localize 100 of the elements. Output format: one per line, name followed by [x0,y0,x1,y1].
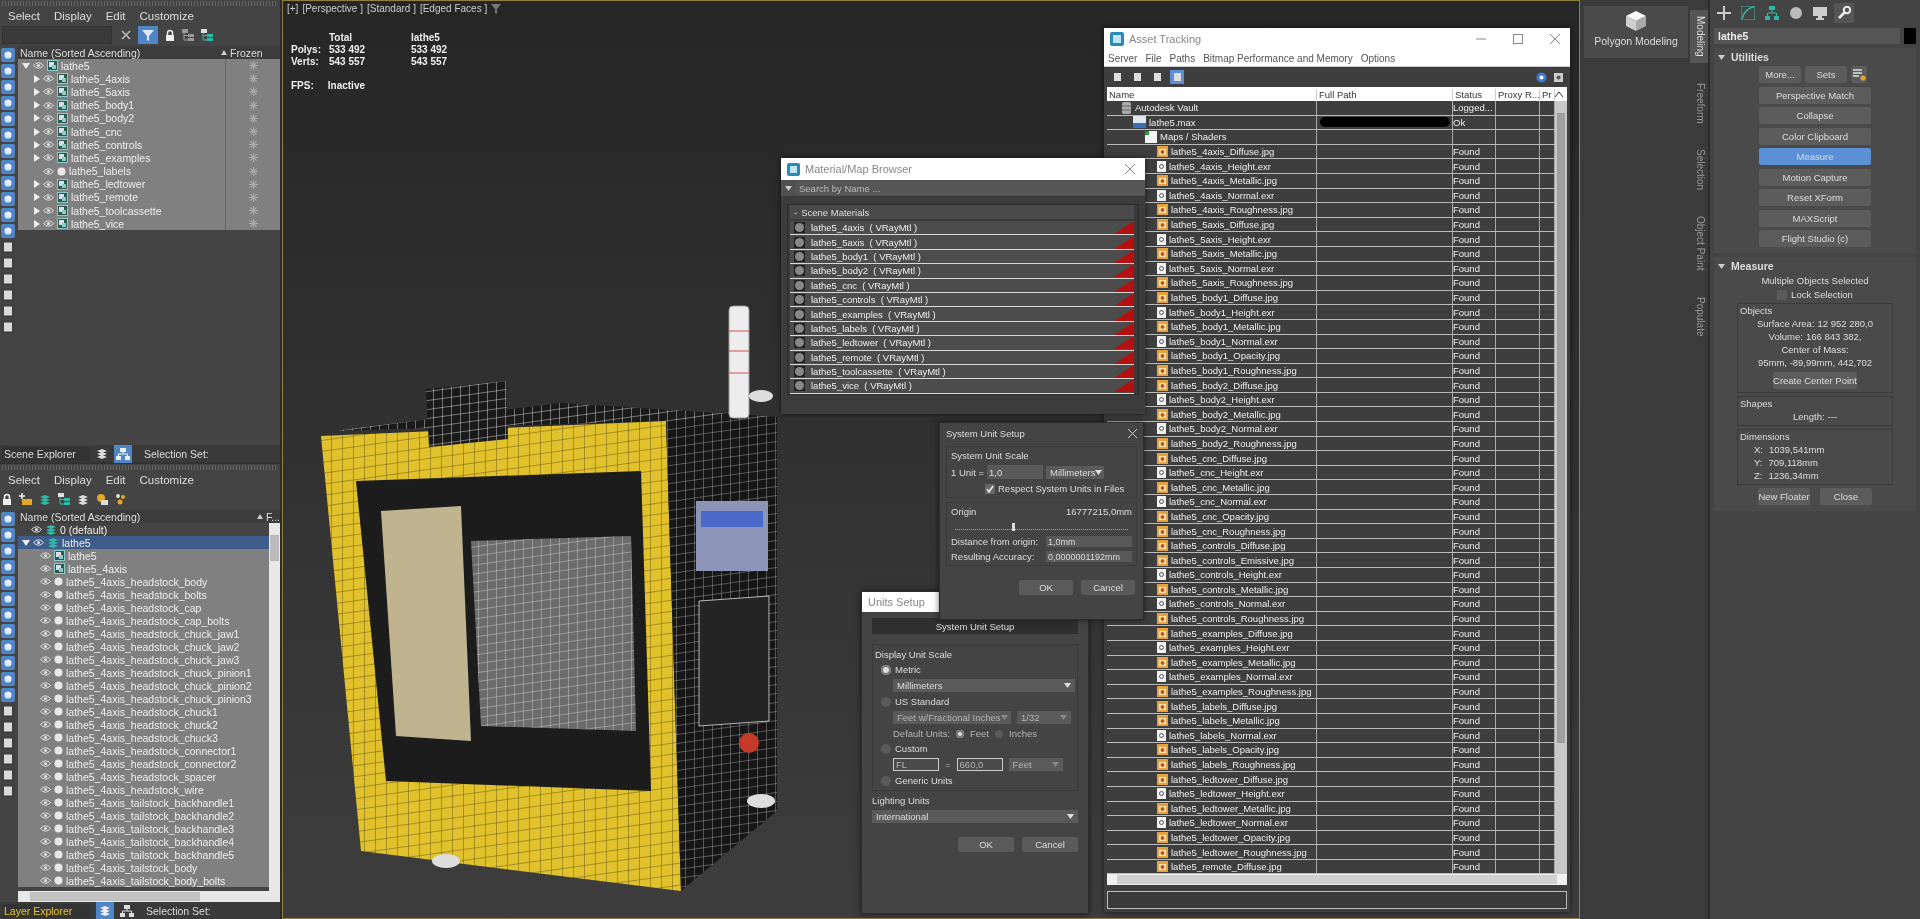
column-header[interactable]: Full Path [1317,88,1453,100]
asset-name[interactable]: lathe5_body2_Diffuse.jpg [1171,379,1279,391]
expand-arrow-icon[interactable] [34,127,40,136]
display-filter-icon[interactable] [1,672,15,686]
asset-name[interactable]: lathe5_4axis_Roughness.jpg [1171,204,1293,216]
tree-row[interactable]: lathe5_4axis_tailstock_body_bolts [18,874,269,887]
asset-name[interactable]: lathe5_body2_Normal.exr [1169,423,1278,435]
asset-name[interactable]: lathe5_controls_Roughness.jpg [1171,613,1305,625]
display-filter-icon[interactable] [1,688,15,702]
unit-dropdown[interactable]: Millimeters [1046,465,1104,479]
display-filter-icon[interactable] [1,288,15,302]
explorer-dropdown[interactable]: Layer Explorer [2,903,90,918]
eye-icon[interactable] [31,526,42,533]
objects-icon[interactable] [115,493,127,505]
ribbon-tab[interactable]: Object Paint [1690,210,1708,277]
asset-name[interactable]: lathe5_4axis_Height.exr [1169,160,1271,172]
panel-tab[interactable] [1834,3,1854,23]
display-filter-icon[interactable] [1,96,15,110]
display-filter-icon[interactable] [1,48,15,62]
panel-button[interactable]: New Floater [1758,488,1810,505]
hierarchy-icon[interactable] [58,493,70,505]
object-color-swatch[interactable] [1904,28,1916,44]
display-filter-icon[interactable] [1,176,15,190]
system-unit-setup-button[interactable]: System Unit Setup [872,618,1078,634]
menu-item[interactable]: Select [8,10,40,22]
ribbon-panel[interactable]: Polygon Modeling [1584,6,1688,58]
display-filter-icon[interactable] [1,64,15,78]
clear-icon[interactable] [121,30,131,40]
display-filter-icon[interactable] [1,608,15,622]
viewport-menu-label[interactable]: [Standard ] [367,3,416,14]
utility-button[interactable]: Flight Studio (c) [1759,230,1871,247]
asset-name[interactable]: lathe5_controls_Normal.exr [1169,598,1286,610]
layers-icon[interactable] [96,448,108,459]
asset-name[interactable]: lathe5_ledtower_Opacity.jpg [1171,832,1291,843]
tree-row[interactable]: lathe5_4axis_headstock_bolts [18,588,269,601]
tree-row[interactable]: lathe5_4axis_headstock_chuck_jaw2 [18,640,269,653]
menu-item[interactable]: Customize [139,10,194,22]
material-row[interactable]: lathe5_4axis ( VRayMtl ) [790,221,1134,236]
scrollbar[interactable] [1555,101,1567,875]
column-header[interactable]: Status [1453,88,1496,100]
material-row[interactable]: lathe5_vice ( VRayMtl ) [790,379,1134,394]
display-filter-icon[interactable] [1,256,15,270]
utility-button[interactable]: More... [1759,66,1801,83]
display-filter-icon[interactable] [1,304,15,318]
dialog-button[interactable]: Cancel [1022,837,1078,852]
hierarchy-icon[interactable] [201,29,213,41]
menu-item[interactable]: Edit [105,474,126,486]
hierarchy-icon[interactable] [114,444,132,463]
utility-button[interactable]: Color Clipboard [1759,127,1871,145]
expand-arrow-icon[interactable] [34,153,40,162]
menu-item[interactable]: File [1145,52,1162,64]
menu-item[interactable]: Display [53,474,92,486]
tree-row[interactable]: lathe5_4axis_headstock_spacer [18,770,269,783]
display-filter-icon[interactable] [1,528,15,542]
display-filter-icon[interactable] [1,240,15,254]
asset-name[interactable]: Maps / Shaders [1160,131,1227,143]
asset-name[interactable]: lathe5_labels_Diffuse.jpg [1171,700,1277,712]
hierarchy-icon[interactable] [182,29,194,41]
display-filter-icon[interactable] [1,80,15,94]
asset-name[interactable]: lathe5_4axis_Diffuse.jpg [1171,146,1275,158]
menu-item[interactable]: Edit [105,10,126,22]
asset-name[interactable]: lathe5_body1_Normal.exr [1169,335,1278,347]
asset-name[interactable]: lathe5_ledtower_Height.exr [1169,788,1285,800]
slider-thumb[interactable] [1012,523,1016,531]
tree-row[interactable]: lathe5_4axis_headstock_chuck_pinion1 [18,666,269,679]
column-header[interactable]: Pr [1540,88,1555,100]
expand-arrow-icon[interactable] [34,140,40,149]
menu-item[interactable]: Server [1108,52,1138,64]
dropdown-arrow-icon[interactable] [785,185,792,191]
dialog-button[interactable]: Cancel [1081,580,1135,595]
expand-arrow-icon[interactable] [34,74,40,83]
add-layer-icon[interactable] [19,493,32,505]
asset-name[interactable]: lathe5_5axis_Diffuse.jpg [1171,219,1275,231]
tree-row[interactable]: lathe5_4axis_tailstock_backhandle4 [18,835,269,848]
asset-name[interactable]: lathe5_examples_Metallic.jpg [1171,656,1296,668]
asset-name[interactable]: lathe5_cnc_Diffuse.jpg [1171,452,1267,464]
tree-row[interactable]: 0 (default) [18,523,269,536]
asset-name[interactable]: lathe5_body2_Metallic.jpg [1171,408,1281,420]
expand-arrow-icon[interactable] [34,114,40,123]
menu-item[interactable]: Paths [1169,52,1196,64]
tree-row[interactable]: lathe5_4axis_tailstock_body [18,861,269,874]
tree-row[interactable]: lathe5_4axis_headstock_connector2 [18,757,269,770]
display-filter-icon[interactable] [1,576,15,590]
checkbox[interactable] [985,483,995,494]
expand-arrow-icon[interactable] [34,180,40,189]
collapse-arrow-icon[interactable] [22,539,30,546]
column-header[interactable]: Name (Sorted Ascending) [20,46,221,59]
asset-name[interactable]: lathe5_cnc_Roughness.jpg [1171,525,1286,537]
asset-name[interactable]: lathe5_5axis_Roughness.jpg [1171,277,1293,289]
asset-name[interactable]: lathe5.max [1149,116,1196,128]
filter-icon[interactable] [491,3,502,14]
tree-row[interactable]: lathe5 [18,536,269,549]
asset-name[interactable]: lathe5_controls_Height.exr [1169,569,1282,581]
material-row[interactable]: lathe5_ledtower ( VRayMtl ) [790,336,1134,351]
layers-icon[interactable] [77,493,89,505]
ribbon-tab[interactable]: Populate [1690,290,1708,343]
unit-dropdown[interactable]: Millimeters [893,679,1075,692]
material-row[interactable]: lathe5_examples ( VRayMtl ) [790,307,1134,322]
dialog-button[interactable]: OK [1019,580,1073,595]
tree-row[interactable]: lathe5_4axis_headstock_chuck2 [18,718,269,731]
